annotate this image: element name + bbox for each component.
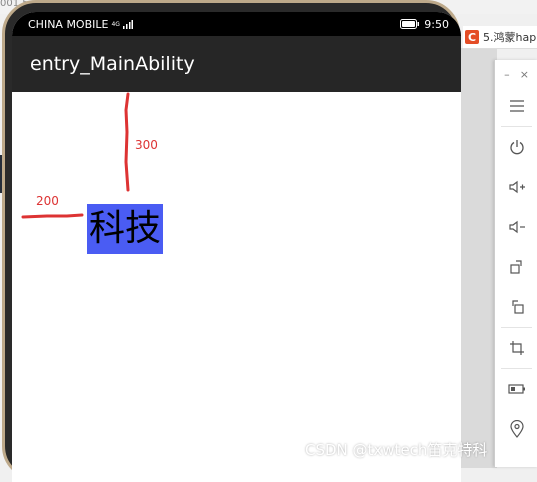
rotate-icon[interactable] <box>495 247 537 287</box>
close-button[interactable]: × <box>520 68 529 86</box>
clock: 9:50 <box>424 17 449 31</box>
margin-annotations <box>21 92 130 219</box>
app-content: 300 200 科技 <box>12 92 461 482</box>
top-margin-line <box>124 92 130 192</box>
volume-down-icon[interactable] <box>495 207 537 247</box>
csdn-logo-icon: C <box>465 30 479 44</box>
top-margin-label: 300 <box>135 138 158 152</box>
minimize-button[interactable]: – <box>504 68 510 86</box>
status-bar: CHINA MOBILE 4G 9:50 <box>12 12 461 36</box>
browser-tab-title: 5.鸿蒙hap <box>483 31 537 44</box>
phone-screen: CHINA MOBILE 4G 9:50 entry_MainAbility 3… <box>12 12 461 482</box>
watermark: CSDN @txwtech笛克特科 <box>305 441 488 459</box>
browser-tab[interactable]: C 5.鸿蒙hap <box>463 26 537 49</box>
network-type: 4G <box>111 20 120 28</box>
emulator-toolbar: – × <box>494 60 537 467</box>
app-title-bar: entry_MainAbility <box>12 36 461 92</box>
carrier-name: CHINA MOBILE <box>28 17 109 31</box>
battery-icon[interactable] <box>495 369 537 409</box>
left-margin-label: 200 <box>36 194 59 208</box>
phone-frame: CHINA MOBILE 4G 9:50 entry_MainAbility 3… <box>2 0 461 482</box>
page-title: entry_MainAbility <box>30 53 195 75</box>
volume-up-icon[interactable] <box>495 167 537 207</box>
left-margin-line <box>21 213 84 219</box>
crop-icon[interactable] <box>495 328 537 368</box>
power-icon[interactable] <box>495 127 537 167</box>
signal-icon <box>122 19 133 29</box>
rotate-back-icon[interactable] <box>495 287 537 327</box>
battery-status-icon <box>400 19 420 29</box>
sample-text: 科技 <box>87 204 164 254</box>
location-icon[interactable] <box>495 409 537 449</box>
menu-icon[interactable] <box>495 86 537 126</box>
background-window-strip <box>455 48 497 468</box>
